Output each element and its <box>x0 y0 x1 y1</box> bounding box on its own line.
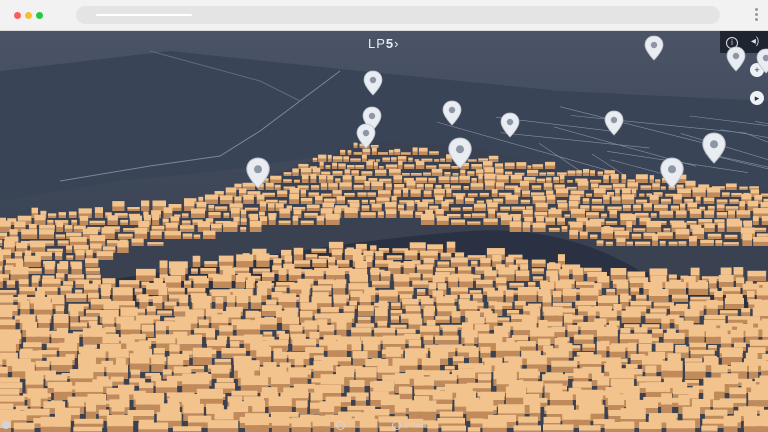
map-pin-icon[interactable] <box>363 70 383 96</box>
kebab-menu-icon[interactable] <box>755 8 758 22</box>
map-pin-icon[interactable] <box>644 35 664 61</box>
sound-icon[interactable]: ◂) <box>748 35 762 49</box>
bottom-bar: ........ All Places <box>0 418 768 432</box>
play-icon[interactable]: ▸ <box>750 91 764 105</box>
maximize-window-button[interactable] <box>36 12 43 19</box>
logo-number: 5 <box>385 36 395 51</box>
bottom-item-location[interactable]: ........ <box>336 421 359 430</box>
city-3d-map[interactable] <box>0 31 768 432</box>
map-pin-icon[interactable] <box>447 137 472 170</box>
app-logo[interactable]: LP5› <box>368 36 399 51</box>
bottom-item-label: ........ <box>348 422 360 429</box>
address-text-placeholder <box>96 14 192 16</box>
map-pin-icon[interactable] <box>500 112 520 138</box>
browser-chrome <box>0 0 768 31</box>
address-bar[interactable] <box>76 6 720 24</box>
back-arrow-icon[interactable] <box>2 421 10 429</box>
location-icon <box>336 421 345 430</box>
map-pin-icon[interactable] <box>659 157 684 190</box>
map-pin-icon[interactable] <box>726 46 746 72</box>
close-window-button[interactable] <box>14 12 21 19</box>
map-pin-icon[interactable] <box>245 157 270 190</box>
bottom-item-label: All Places <box>404 422 426 429</box>
map-pin-icon[interactable] <box>442 100 462 126</box>
map-pin-icon[interactable] <box>701 132 726 165</box>
map-pin-icon[interactable] <box>356 123 376 149</box>
map-pin-icon[interactable] <box>756 48 768 74</box>
logo-text: LP <box>368 36 386 51</box>
map-viewport[interactable]: LP5› i ◂) + ▸ ........ All Places <box>0 31 768 432</box>
minimize-window-button[interactable] <box>25 12 32 19</box>
compass-icon <box>392 421 401 430</box>
bottom-item-all-places[interactable]: All Places <box>392 421 426 430</box>
map-pin-icon[interactable] <box>604 110 624 136</box>
logo-arrow-icon: › <box>394 36 400 51</box>
